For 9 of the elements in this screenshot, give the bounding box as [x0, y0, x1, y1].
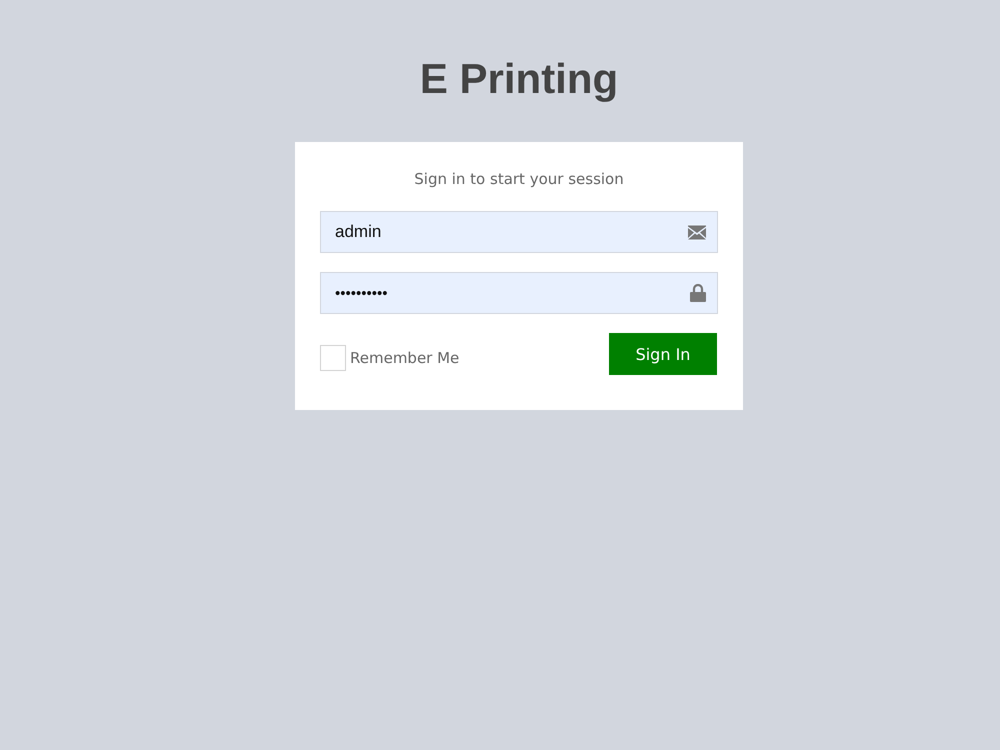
sign-in-button[interactable]: Sign In [609, 333, 717, 375]
remember-checkbox[interactable] [320, 345, 346, 371]
envelope-icon [688, 224, 706, 240]
app-title: E Printing [420, 54, 618, 104]
login-prompt: Sign in to start your session [413, 169, 625, 190]
email-field[interactable]: admin [320, 211, 718, 253]
password-field[interactable]: •••••••••• [320, 272, 718, 314]
lock-icon [690, 284, 706, 302]
remember-label: Remember Me [350, 349, 460, 367]
